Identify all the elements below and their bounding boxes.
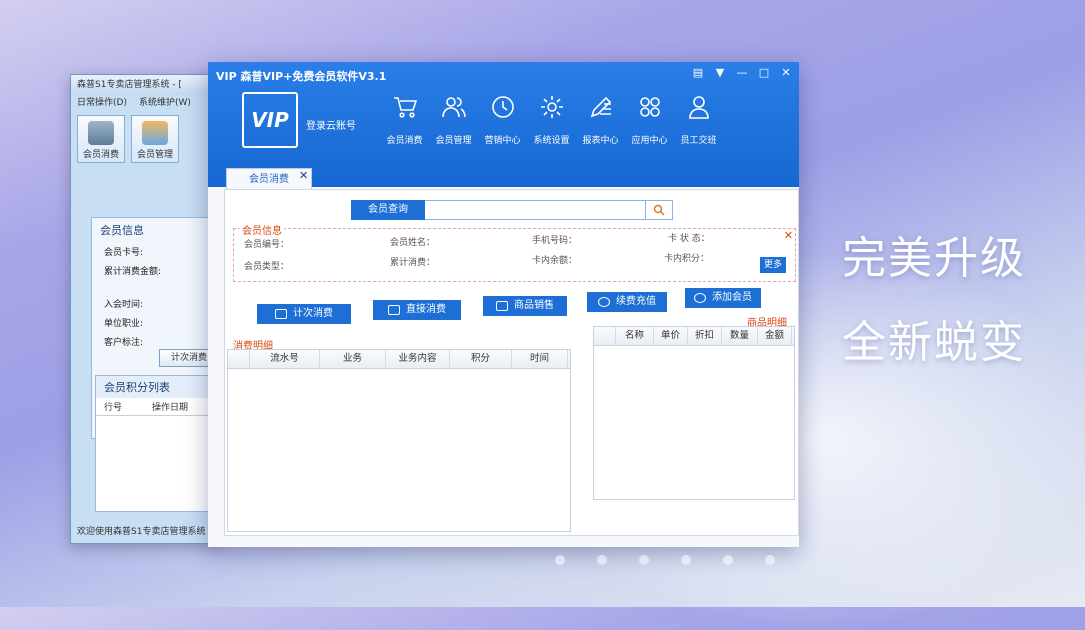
image-icon (275, 309, 287, 319)
back-list-header: 行号 操作日期 (96, 398, 221, 416)
member-info-box: 会员信息 ✕ 会员编号： 会员类型： 会员姓名： 累计消费： 手机号码： 卡内余… (233, 222, 796, 282)
nav-member-manage[interactable]: 会员管理 (429, 94, 478, 146)
window-title: VIP 森普VIP+免费会员软件V3.1 (216, 70, 387, 83)
consume-detail-grid: 流水号 业务 业务内容 积分 时间 (227, 349, 571, 532)
yen-icon (598, 297, 610, 307)
label-member-no: 会员编号： (244, 240, 290, 250)
header-bar: VIP 森普VIP+免费会员软件V3.1 ▤ ▼ — □ ✕ VIP 登录云账号… (208, 62, 799, 191)
label-member-type: 会员类型： (244, 262, 290, 272)
nav-reports[interactable]: 报表中心 (576, 94, 625, 146)
slogan-line-2: 全新蜕变 (842, 317, 1026, 368)
field-occupation: 单位职业: (104, 319, 144, 329)
label-member-name: 会员姓名： (390, 238, 436, 248)
direct-consume-button[interactable]: 直接消费 (373, 300, 461, 320)
person-icon (688, 96, 709, 119)
goods-sale-button[interactable]: 商品销售 (483, 296, 567, 316)
consume-grid-header: 流水号 业务 业务内容 积分 时间 (228, 350, 570, 369)
feedback-icon[interactable]: ▤ (691, 66, 705, 79)
recharge-button[interactable]: 续费充值 (587, 292, 667, 312)
tab-close-icon[interactable]: ✕ (299, 170, 311, 182)
label-card-status: 卡 状 态： (668, 234, 710, 244)
search-icon (653, 204, 665, 216)
goods-grid-header: 名称 单价 折扣 数量 金额 (594, 327, 794, 346)
tab-bar: 会员消费 ✕ (208, 166, 799, 191)
pen-icon (590, 96, 611, 118)
member-search: 会员查询 (351, 200, 673, 220)
cart-small-icon (496, 301, 508, 311)
users-icon (441, 97, 466, 118)
cloud-login-link[interactable]: 登录云账号 (306, 117, 356, 132)
label-balance: 卡内余额： (532, 256, 578, 266)
label-phone: 手机号码： (532, 236, 578, 246)
search-button[interactable] (646, 200, 673, 220)
clock-icon (491, 96, 514, 118)
member-search-input[interactable] (425, 200, 646, 220)
maximize-icon[interactable]: □ (757, 66, 771, 79)
content-area: 会员查询 会员信息 ✕ 会员编号： 会员类型： 会员姓名： 累计消费： 手机号码… (224, 189, 799, 536)
label-total-spent: 累计消费： (390, 258, 436, 268)
back-status-bar: 欢迎使用森普S1专卖店管理系统 (77, 527, 206, 537)
database-icon (88, 121, 114, 145)
goods-detail-grid: 名称 单价 折扣 数量 金额 (593, 326, 795, 500)
slogan-line-1: 完美升级 (842, 233, 1026, 284)
back-menu-bar: 日常操作(D) 系统维护(W) (71, 95, 221, 111)
nav-marketing[interactable]: 营销中心 (478, 94, 527, 146)
cart-icon (393, 97, 417, 118)
decorative-dots (555, 555, 775, 565)
vip-logo: VIP (242, 92, 298, 148)
nav-apps[interactable]: 应用中心 (625, 94, 674, 146)
close-icon[interactable]: ✕ (779, 66, 793, 79)
main-app-window: VIP 森普VIP+免费会员软件V3.1 ▤ ▼ — □ ✕ VIP 登录云账号… (208, 62, 799, 547)
mail-icon (388, 305, 400, 315)
member-info-legend: 会员信息 (240, 222, 284, 237)
back-panel-title: 会员信息 (100, 224, 144, 237)
menu-system-maintain[interactable]: 系统维护(W) (139, 95, 191, 111)
menu-daily-ops[interactable]: 日常操作(D) (77, 95, 127, 111)
back-toolbar: 会员消费 会员管理 (71, 111, 221, 167)
back-list-title: 会员积分列表 (96, 376, 221, 398)
back-points-list: 会员积分列表 行号 操作日期 (95, 375, 221, 512)
plus-icon (694, 293, 706, 303)
menu-dropdown-icon[interactable]: ▼ (713, 66, 727, 79)
users-icon (142, 121, 168, 145)
add-member-button[interactable]: 添加会员 (685, 288, 761, 308)
member-search-label[interactable]: 会员查询 (351, 200, 425, 220)
nav-shift-handover[interactable]: 员工交班 (674, 94, 723, 146)
info-close-icon[interactable]: ✕ (784, 229, 793, 242)
back-tool-member-consume[interactable]: 会员消费 (77, 115, 125, 163)
field-total-spent: 累计消费金额: (104, 267, 162, 277)
back-window-title: 森普S1专卖店管理系统 - [ (71, 75, 221, 95)
background-app-window: 森普S1专卖店管理系统 - [ 日常操作(D) 系统维护(W) 会员消费 会员管… (70, 74, 222, 544)
count-consume-button[interactable]: 计次消费 (257, 304, 351, 324)
more-button[interactable]: 更多 (760, 257, 786, 273)
label-points: 卡内积分： (664, 254, 710, 264)
field-card-no: 会员卡号: (104, 248, 144, 258)
apps-icon (639, 97, 660, 117)
nav-settings[interactable]: 系统设置 (527, 94, 576, 146)
field-join-time: 入会时间: (104, 300, 144, 310)
nav-member-consume[interactable]: 会员消费 (380, 94, 429, 146)
window-controls: ▤ ▼ — □ ✕ (691, 66, 793, 79)
back-tool-member-manage[interactable]: 会员管理 (131, 115, 179, 163)
main-nav: 会员消费 会员管理 营销中心 系统设置 报表中心 应用中心 员工交班 (380, 94, 723, 146)
minimize-icon[interactable]: — (735, 66, 749, 79)
gear-icon (540, 96, 563, 118)
